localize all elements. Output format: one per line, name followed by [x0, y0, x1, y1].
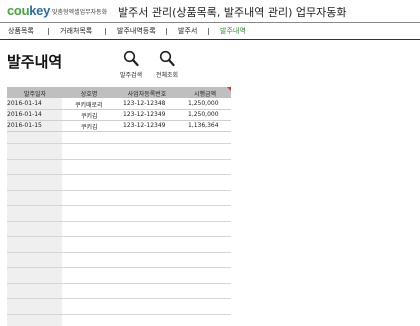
view-all-label: 전체조회 — [155, 72, 179, 79]
nav-item-order-register[interactable]: 발주내역등록 — [117, 26, 156, 36]
nav-divider — [0, 39, 420, 40]
cell-company-name: 쿠키김 — [81, 113, 98, 120]
logo-main-text: cou — [7, 3, 30, 18]
date-column-shading — [7, 98, 62, 326]
empty-row-line — [7, 251, 231, 253]
nav-separator — [48, 28, 49, 35]
page-title: 발주내역 — [7, 53, 63, 71]
coukey-logo: coukey — [7, 3, 50, 18]
empty-row-line — [7, 158, 231, 160]
cell-amount: 1,136,364 — [188, 122, 219, 129]
cell-order-date: 2016-01-14 — [7, 111, 42, 118]
cell-company-name: 쿠키때로리 — [75, 102, 103, 109]
nav-separator — [166, 28, 167, 35]
nav-bar: 상품목록 거래처목록 발주내역등록 발주서 발주내역 — [0, 23, 420, 39]
column-header-order-date: 발주일자 — [23, 91, 47, 98]
empty-row-line — [7, 298, 231, 299]
nav-item-order-history[interactable]: 발주내역 — [220, 26, 246, 36]
order-search-label: 발주검색 — [119, 72, 143, 79]
empty-row-line — [7, 143, 231, 144]
empty-row-line — [7, 220, 231, 222]
cell-company-name: 쿠키김 — [81, 124, 98, 131]
empty-row-line — [7, 174, 231, 175]
search-icon — [159, 50, 175, 67]
table-row[interactable]: 2016-01-15 쿠키김 123-12-12349 1,136,364 — [7, 120, 231, 132]
comment-marker — [227, 87, 231, 91]
empty-row-line — [7, 236, 231, 237]
logo-tagline: 맞춤형엑셀업무자동화 — [52, 9, 108, 16]
empty-row-line — [7, 205, 231, 206]
column-header-company-name: 상호명 — [80, 91, 98, 98]
cell-order-date: 2016-01-15 — [7, 122, 42, 129]
cell-business-number: 123-12-12348 — [123, 100, 166, 107]
cell-order-date: 2016-01-14 — [7, 100, 42, 107]
cell-business-number: 123-12-12349 — [123, 111, 166, 118]
logo-accent-text: key — [29, 3, 51, 18]
app-title: 발주서 관리(상품목록, 발주내역 관리) 업무자동화 — [118, 6, 347, 19]
order-search-button[interactable]: 발주검색 — [116, 50, 146, 79]
nav-item-product-list[interactable]: 상품목록 — [8, 26, 34, 36]
empty-row-line — [7, 313, 231, 315]
nav-separator — [105, 28, 106, 35]
table-header: 발주일자 상호명 사업자등록번호 시행금액 — [7, 87, 231, 98]
view-all-button[interactable]: 전체조회 — [152, 50, 182, 79]
cell-amount: 1,250,000 — [188, 111, 219, 118]
nav-item-purchase-order[interactable]: 발주서 — [178, 26, 197, 36]
empty-row-line — [7, 189, 231, 191]
column-header-amount: 시행금액 — [193, 91, 217, 98]
app-header: coukey 맞춤형엑셀업무자동화 발주서 관리(상품목록, 발주내역 관리) … — [0, 0, 420, 22]
nav-item-vendor-list[interactable]: 거래처목록 — [60, 26, 92, 36]
cell-amount: 1,250,000 — [188, 100, 219, 107]
empty-row-line — [7, 267, 231, 268]
search-icon — [123, 50, 139, 67]
column-header-business-number: 사업자등록번호 — [127, 91, 167, 98]
empty-row-line — [7, 282, 231, 284]
cell-business-number: 123-12-12349 — [123, 122, 166, 129]
nav-separator — [208, 28, 209, 35]
